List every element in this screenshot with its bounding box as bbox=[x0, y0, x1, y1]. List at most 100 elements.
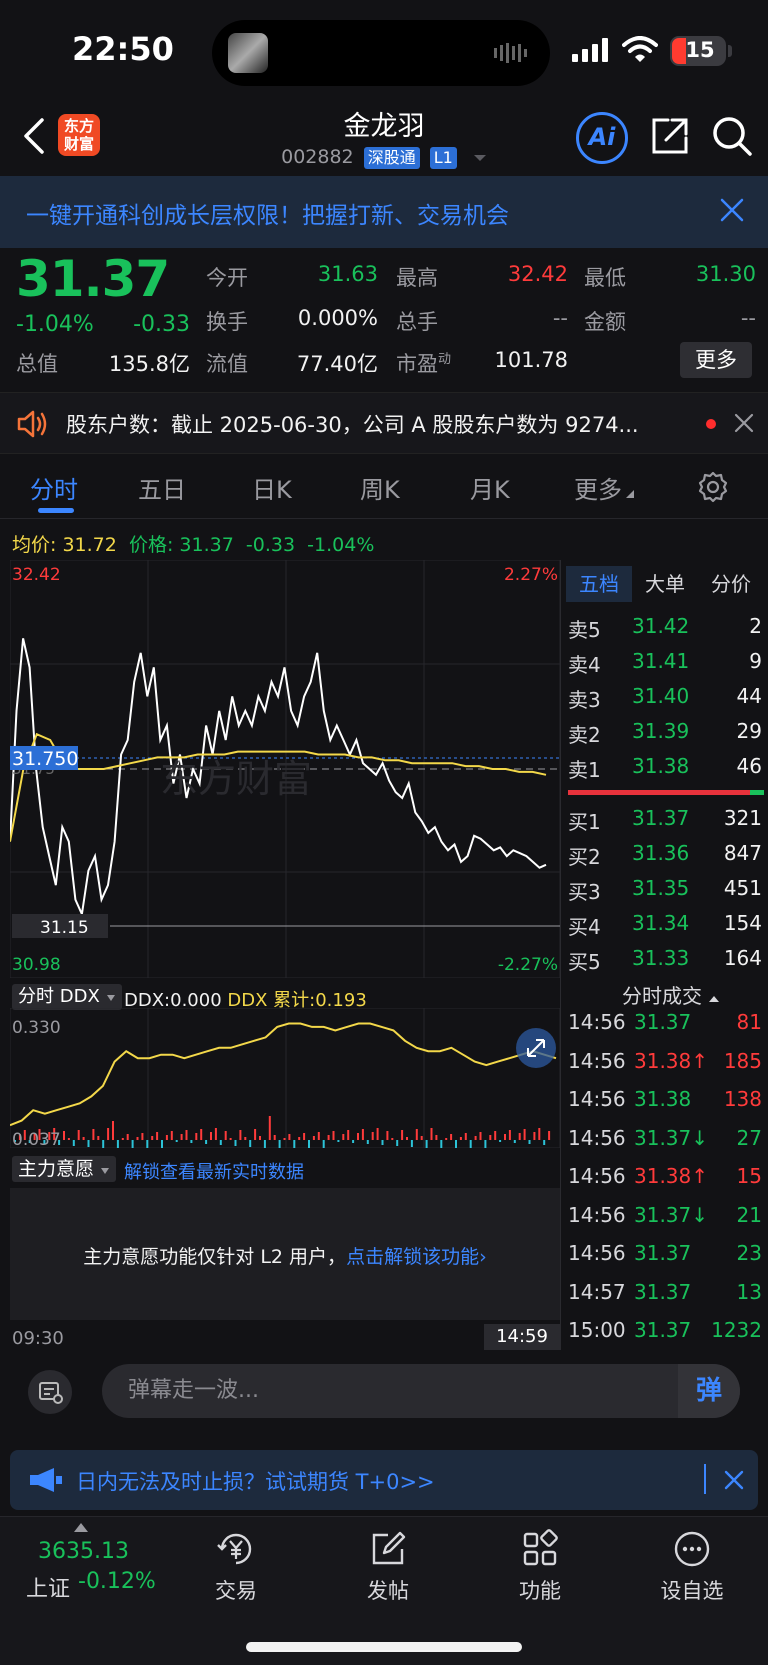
nav-functions[interactable]: 功能 bbox=[480, 1529, 600, 1605]
ddx-cum-line bbox=[10, 1022, 557, 1127]
ddx-bar bbox=[518, 1133, 521, 1140]
close-icon[interactable] bbox=[722, 1468, 746, 1492]
ddx-bar bbox=[332, 1131, 335, 1140]
level-price: 31.38 bbox=[632, 754, 690, 778]
close-icon[interactable] bbox=[718, 196, 746, 224]
ddx-bar bbox=[548, 1131, 551, 1140]
more-quote-button[interactable]: 更多 bbox=[680, 342, 752, 378]
trade-time: 14:56 bbox=[568, 1202, 626, 1227]
ask-row[interactable]: 卖2 31.39 29 bbox=[566, 719, 762, 749]
ddx-bar bbox=[401, 1130, 404, 1140]
danmu-send-button[interactable]: 弹 bbox=[678, 1364, 740, 1418]
chevron-right-icon: › bbox=[479, 1246, 487, 1268]
ddx-chart[interactable]: 0.330 0.037 bbox=[10, 1008, 560, 1148]
close-icon[interactable] bbox=[732, 411, 756, 435]
search-icon[interactable] bbox=[710, 114, 754, 158]
ddx-bar bbox=[513, 1140, 516, 1143]
cell-signal-icon bbox=[572, 38, 608, 62]
unlock-link[interactable]: 点击解锁该功能 bbox=[346, 1246, 479, 1268]
ddx-bar bbox=[342, 1134, 345, 1140]
index-ticker[interactable]: 3635.13 上证 -0.12% bbox=[0, 1517, 160, 1627]
pct-axis-top-label: 2.27% bbox=[504, 565, 558, 585]
notice-bar[interactable]: 股东户数：截止 2025-06-30，公司 A 股股东户数为 9274... bbox=[0, 392, 768, 454]
tab-monthly-k[interactable]: 月K bbox=[470, 470, 510, 505]
app-logo[interactable]: 东方 财富 bbox=[58, 114, 100, 156]
ai-button[interactable]: Ai bbox=[576, 112, 628, 164]
gear-icon[interactable] bbox=[696, 470, 730, 504]
y-axis-top-label: 32.42 bbox=[12, 565, 61, 585]
tab-weekly-k[interactable]: 周K bbox=[360, 470, 400, 505]
ddx-bar bbox=[347, 1130, 350, 1140]
trade-row: 15:00 31.37 1232 bbox=[566, 1318, 762, 1350]
tab-active-indicator bbox=[38, 508, 74, 513]
dynamic-island[interactable] bbox=[212, 20, 550, 86]
ddx-bar bbox=[190, 1140, 193, 1143]
ddx-indicator-select[interactable]: 分时 DDX bbox=[12, 984, 122, 1010]
trade-price: 31.37 bbox=[634, 1279, 692, 1304]
bid-row[interactable]: 买4 31.34 154 bbox=[566, 911, 762, 941]
share-icon[interactable] bbox=[650, 116, 690, 156]
ddx-bar bbox=[479, 1132, 482, 1140]
ddx-bar bbox=[82, 1137, 85, 1140]
battery-tip bbox=[728, 45, 732, 57]
bid-row[interactable]: 买3 31.35 451 bbox=[566, 876, 762, 906]
ddx-bar bbox=[102, 1140, 105, 1148]
trade-row: 14:56 31.37 81 bbox=[566, 1010, 762, 1042]
ddx-bar bbox=[298, 1137, 301, 1140]
ask-row[interactable]: 卖5 31.42 2 bbox=[566, 614, 762, 644]
ddx-bar bbox=[425, 1140, 428, 1148]
ask-row[interactable]: 卖4 31.41 9 bbox=[566, 649, 762, 679]
divider bbox=[0, 518, 768, 519]
danmu-input[interactable]: 弹幕走一波... bbox=[102, 1364, 740, 1418]
trade-time: 15:00 bbox=[568, 1318, 626, 1342]
promo-banner[interactable]: 一键开通科创成长层权限！把握打新、交易机会 bbox=[0, 176, 768, 248]
tab-five-day[interactable]: 五日 bbox=[138, 470, 186, 505]
futures-banner[interactable]: 日内无法及时止损？试试期货 T+0>> bbox=[10, 1450, 758, 1510]
unlock-data-link[interactable]: 解锁查看最新实时数据 bbox=[124, 1158, 304, 1184]
ddx-tag-label: 分时 DDX bbox=[18, 986, 100, 1007]
ddx-bar bbox=[308, 1140, 310, 1148]
price-label: 价格: bbox=[128, 534, 174, 556]
tab-daily-k[interactable]: 日K bbox=[252, 470, 292, 505]
main-force-select[interactable]: 主力意愿 bbox=[12, 1156, 117, 1182]
level-price: 31.40 bbox=[632, 684, 690, 708]
tab-five-levels[interactable]: 五档 bbox=[566, 566, 632, 602]
tab-big-orders[interactable]: 大单 bbox=[632, 566, 698, 602]
trade-volume: 15 bbox=[736, 1164, 762, 1188]
battery-percent: 15 bbox=[685, 38, 715, 62]
trades-title[interactable]: 分时成交 bbox=[622, 980, 720, 1009]
ddx-bar bbox=[533, 1132, 536, 1140]
level-label: 买3 bbox=[568, 880, 601, 904]
trade-time: 14:56 bbox=[568, 1010, 626, 1034]
ddx-bar bbox=[112, 1121, 114, 1140]
tab-more[interactable]: 更多 bbox=[574, 470, 634, 505]
trade-volume: 13 bbox=[736, 1279, 762, 1304]
nav-trade[interactable]: 交易 bbox=[176, 1529, 296, 1605]
trade-row: 14:56 31.37↓ 21 bbox=[566, 1203, 762, 1235]
nav-post[interactable]: 发帖 bbox=[328, 1529, 448, 1605]
ddx-bar bbox=[92, 1129, 95, 1140]
danmu-settings-button[interactable] bbox=[28, 1370, 72, 1414]
logo-line2: 财富 bbox=[63, 135, 94, 153]
bid-row[interactable]: 买2 31.36 847 bbox=[566, 841, 762, 871]
locked-panel[interactable]: 主力意愿功能仅针对 L2 用户，点击解锁该功能› bbox=[10, 1188, 560, 1320]
bid-row[interactable]: 买1 31.37 321 bbox=[566, 806, 762, 836]
ask-row[interactable]: 卖1 31.38 46 bbox=[566, 754, 762, 784]
intraday-chart[interactable]: 东方财富 32.42 30.98 2.27% -2.27% 31.75 31.7… bbox=[10, 560, 560, 978]
back-arrow-icon[interactable] bbox=[22, 116, 46, 156]
stock-code-row[interactable]: 002882 深股通 L1 bbox=[250, 146, 518, 172]
level-volume: 9 bbox=[749, 649, 762, 673]
level-price: 31.42 bbox=[632, 614, 690, 638]
audio-wave-icon bbox=[494, 43, 527, 63]
nav-watchlist[interactable]: 设自选 bbox=[632, 1529, 752, 1605]
stock-code: 002882 bbox=[281, 146, 354, 168]
bid-ask-ratio-bar bbox=[568, 790, 764, 795]
ask-row[interactable]: 卖3 31.40 44 bbox=[566, 684, 762, 714]
trade-volume: 81 bbox=[736, 1010, 762, 1034]
tab-intraday[interactable]: 分时 bbox=[30, 470, 78, 505]
tab-price-dist[interactable]: 分价 bbox=[698, 566, 764, 602]
bid-row[interactable]: 买5 31.33 164 bbox=[566, 946, 762, 976]
quote-value-open: 31.63 bbox=[317, 262, 378, 286]
level-label: 卖4 bbox=[568, 653, 601, 677]
clock: 22:50 bbox=[72, 30, 174, 68]
